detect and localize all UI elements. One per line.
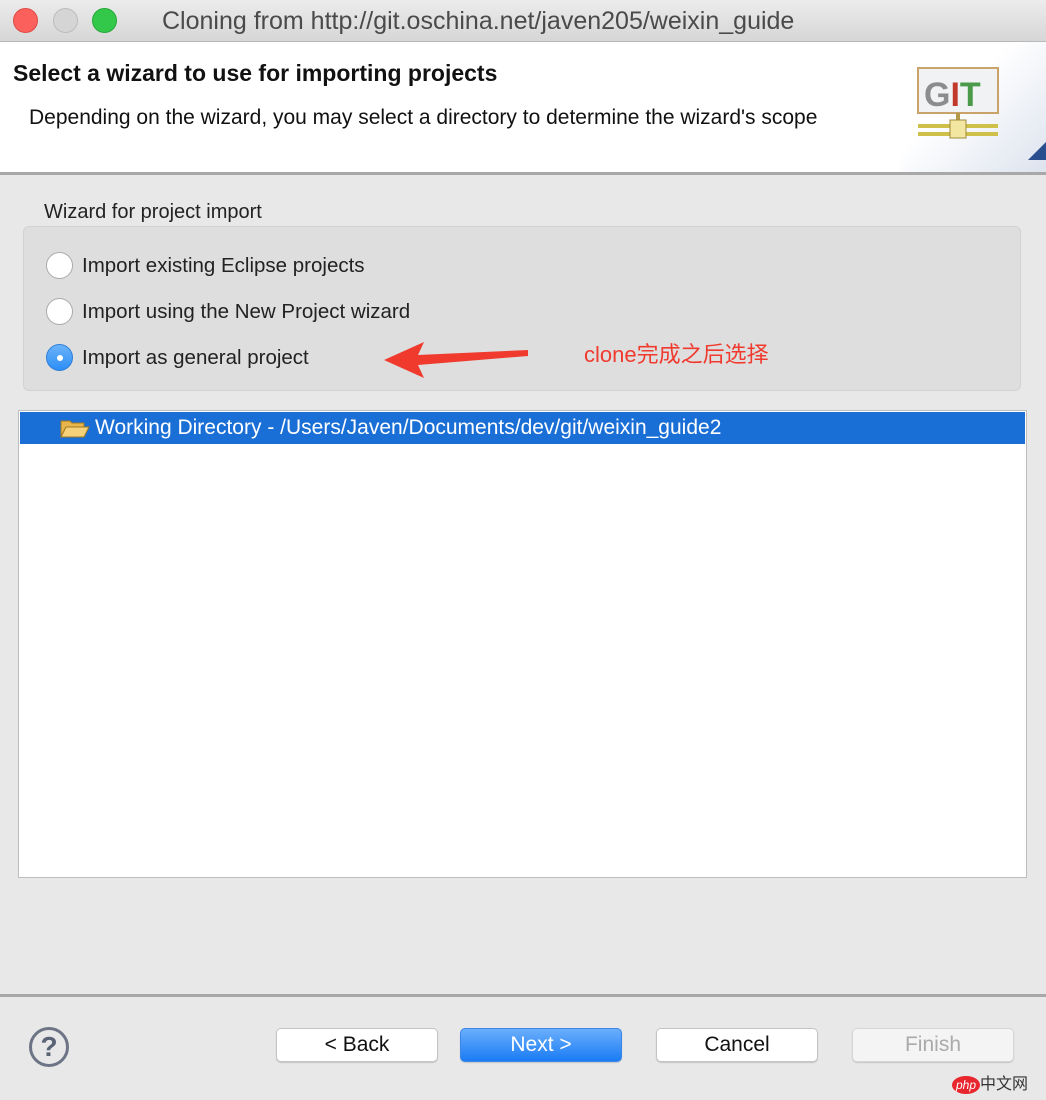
folder-open-icon xyxy=(60,420,90,438)
next-button[interactable]: Next > xyxy=(460,1028,622,1062)
radio-circle[interactable] xyxy=(46,298,73,325)
directory-tree[interactable]: Working Directory - /Users/Javen/Documen… xyxy=(18,410,1027,878)
watermark: php 中文网 xyxy=(952,1070,1028,1094)
svg-text:GIT: GIT xyxy=(924,76,981,114)
radio-label: Import existing Eclipse projects xyxy=(82,253,365,277)
git-icon: GIT xyxy=(917,67,1046,160)
radio-import-new-project-wizard[interactable]: Import using the New Project wizard xyxy=(46,298,410,325)
back-button[interactable]: < Back xyxy=(276,1028,438,1062)
close-window-button[interactable] xyxy=(13,8,38,33)
radio-import-general-project[interactable]: Import as general project xyxy=(46,344,309,371)
window-title: Cloning from http://git.oschina.net/jave… xyxy=(162,7,795,35)
zoom-window-button[interactable] xyxy=(92,8,117,33)
minimize-window-button[interactable] xyxy=(53,8,78,33)
title-bar: Cloning from http://git.oschina.net/jave… xyxy=(0,0,1046,42)
arrow-annotation-icon xyxy=(384,342,528,378)
page-description: Depending on the wizard, you may select … xyxy=(29,106,818,129)
wizard-header: Select a wizard to use for importing pro… xyxy=(0,42,1046,175)
git-logo: GIT xyxy=(900,42,1046,172)
tree-item-label: Working Directory - /Users/Javen/Documen… xyxy=(95,416,722,439)
cancel-button[interactable]: Cancel xyxy=(656,1028,818,1062)
page-title: Select a wizard to use for importing pro… xyxy=(13,60,498,86)
radio-circle[interactable] xyxy=(46,252,73,279)
radio-import-existing[interactable]: Import existing Eclipse projects xyxy=(46,252,365,279)
finish-button: Finish xyxy=(852,1028,1014,1062)
tree-item-working-directory[interactable]: Working Directory - /Users/Javen/Documen… xyxy=(20,412,1025,444)
help-button[interactable]: ? xyxy=(29,1027,69,1067)
radio-label: Import using the New Project wizard xyxy=(82,299,411,323)
radio-label: Import as general project xyxy=(82,345,309,369)
divider xyxy=(0,994,1046,997)
annotation-text: clone完成之后选择 xyxy=(584,342,769,367)
wizard-group-label: Wizard for project import xyxy=(44,201,262,223)
radio-circle-selected[interactable] xyxy=(46,344,73,371)
